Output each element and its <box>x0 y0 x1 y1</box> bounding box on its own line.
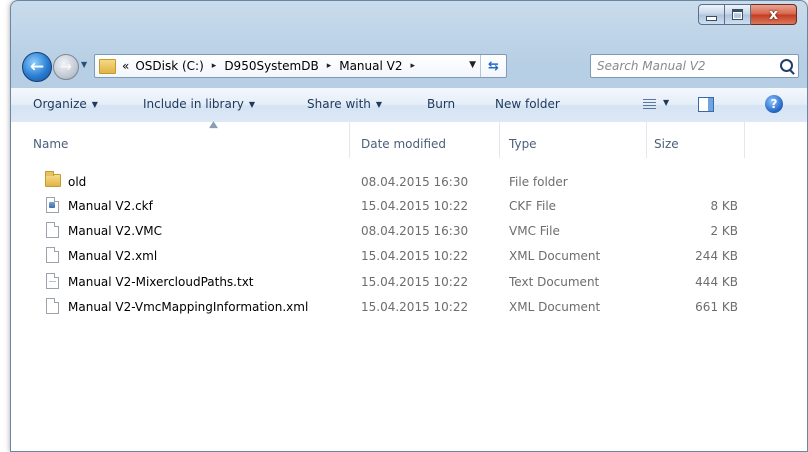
column-header-row: ▲ Name Date modified Type Size <box>11 120 807 158</box>
file-list: ▲ Name Date modified Type Size old 08.04… <box>11 120 807 451</box>
refresh-button[interactable]: ⇆ <box>480 55 506 77</box>
breadcrumb-d950systemdb[interactable]: D950SystemDB <box>224 59 318 73</box>
breadcrumb-manual-v2[interactable]: Manual V2 <box>339 59 402 73</box>
share-with-button[interactable]: Share with ▼ <box>307 97 382 111</box>
preview-pane-icon[interactable] <box>698 97 714 112</box>
file-type: Text Document <box>509 275 600 289</box>
file-icon <box>46 247 59 263</box>
file-name: Manual V2.xml <box>68 249 158 263</box>
file-date: 08.04.2015 16:30 <box>361 224 469 238</box>
search-placeholder: Search Manual V2 <box>597 59 706 73</box>
file-size: 444 KB <box>695 275 738 289</box>
file-date: 08.04.2015 16:30 <box>361 175 469 189</box>
column-size[interactable]: Size <box>654 137 679 151</box>
file-name: old <box>68 175 87 189</box>
file-icon <box>46 298 59 314</box>
file-size: 661 KB <box>695 300 738 314</box>
breadcrumb-separator-icon[interactable]: ▸ <box>212 61 217 71</box>
chevron-down-icon: ▼ <box>91 100 98 109</box>
chevron-down-icon: ▼ <box>248 100 256 109</box>
column-divider[interactable] <box>349 122 350 158</box>
change-view-icon[interactable] <box>643 99 656 110</box>
new-folder-button[interactable]: New folder <box>495 97 560 111</box>
burn-label: Burn <box>427 97 456 111</box>
minimize-button[interactable] <box>698 4 725 25</box>
file-icon <box>46 222 59 238</box>
organize-button[interactable]: Organize ▼ <box>33 97 98 111</box>
organize-label: Organize <box>33 97 87 111</box>
column-name[interactable]: Name <box>33 137 68 151</box>
file-name: Manual V2-MixercloudPaths.txt <box>68 275 254 289</box>
breadcrumb-separator-icon[interactable]: ▸ <box>410 61 415 71</box>
file-name: Manual V2.VMC <box>68 224 163 238</box>
minimize-icon <box>706 15 717 21</box>
config-file-icon <box>46 197 59 213</box>
file-row[interactable]: Manual V2-MixercloudPaths.txt 15.04.2015… <box>11 270 807 294</box>
column-divider[interactable] <box>499 122 500 158</box>
help-icon[interactable]: ? <box>765 95 783 113</box>
close-icon: x <box>768 6 779 23</box>
caption-buttons: x <box>698 4 797 25</box>
sort-ascending-icon: ▲ <box>208 120 218 130</box>
include-in-library-label: Include in library <box>143 97 244 111</box>
forward-button[interactable]: → <box>53 54 79 80</box>
file-row[interactable]: Manual V2.xml 15.04.2015 10:22 XML Docum… <box>11 244 807 268</box>
column-date-modified[interactable]: Date modified <box>361 137 446 151</box>
search-input[interactable]: Search Manual V2 <box>590 54 799 78</box>
burn-button[interactable]: Burn <box>427 97 455 111</box>
file-date: 15.04.2015 10:22 <box>361 249 469 263</box>
explorer-window: x ← → ▼ « OSDisk (C:) ▸ D950SystemDB ▸ M… <box>10 0 808 452</box>
column-divider[interactable] <box>744 122 745 158</box>
column-divider[interactable] <box>646 122 647 158</box>
file-type: File folder <box>509 175 568 189</box>
breadcrumb-osdisk[interactable]: OSDisk (C:) <box>135 59 203 73</box>
file-size: 8 KB <box>710 199 738 213</box>
back-button[interactable]: ← <box>22 52 52 82</box>
file-type: XML Document <box>509 249 601 263</box>
refresh-icon: ⇆ <box>488 58 499 74</box>
folder-icon <box>99 58 116 74</box>
breadcrumb-separator-icon[interactable]: ▸ <box>327 61 332 71</box>
address-bar[interactable]: « OSDisk (C:) ▸ D950SystemDB ▸ Manual V2… <box>94 54 507 78</box>
maximize-icon <box>732 9 743 20</box>
file-row[interactable]: old 08.04.2015 16:30 File folder <box>11 170 807 194</box>
file-date: 15.04.2015 10:22 <box>361 300 469 314</box>
file-date: 15.04.2015 10:22 <box>361 275 469 289</box>
breadcrumb-overflow[interactable]: « <box>122 59 129 73</box>
file-date: 15.04.2015 10:22 <box>361 199 469 213</box>
file-row[interactable]: Manual V2.VMC 08.04.2015 16:30 VMC File … <box>11 219 807 243</box>
maximize-button[interactable] <box>725 4 751 25</box>
share-with-label: Share with <box>307 97 371 111</box>
close-button[interactable]: x <box>751 4 797 25</box>
command-bar: Organize ▼ Include in library ▼ Share with… <box>11 87 807 123</box>
chevron-down-icon: ▼ <box>375 100 383 109</box>
file-row[interactable]: Manual V2.ckf 15.04.2015 10:22 CKF File … <box>11 194 807 218</box>
folder-icon <box>45 171 61 187</box>
view-options-chevron-icon[interactable]: ▼ <box>663 98 669 107</box>
text-file-icon <box>46 273 59 289</box>
file-size: 244 KB <box>695 249 738 263</box>
file-name: Manual V2-VmcMappingInformation.xml <box>68 300 309 314</box>
column-type[interactable]: Type <box>509 137 537 151</box>
file-name: Manual V2.ckf <box>68 199 153 213</box>
search-icon[interactable] <box>780 59 793 72</box>
recent-pages-chevron-icon[interactable]: ▼ <box>81 60 87 69</box>
file-type: VMC File <box>509 224 560 238</box>
back-arrow-icon: ← <box>29 57 45 77</box>
new-folder-label: New folder <box>495 97 560 111</box>
address-dropdown-chevron-icon[interactable]: ▼ <box>469 60 476 70</box>
forward-arrow-icon: → <box>60 59 72 75</box>
file-type: CKF File <box>509 199 557 213</box>
file-type: XML Document <box>509 300 601 314</box>
navigation-row: ← → ▼ « OSDisk (C:) ▸ D950SystemDB ▸ Man… <box>11 51 807 83</box>
file-row[interactable]: Manual V2-VmcMappingInformation.xml 15.0… <box>11 295 807 319</box>
file-size: 2 KB <box>710 224 738 238</box>
include-in-library-button[interactable]: Include in library ▼ <box>143 97 255 111</box>
